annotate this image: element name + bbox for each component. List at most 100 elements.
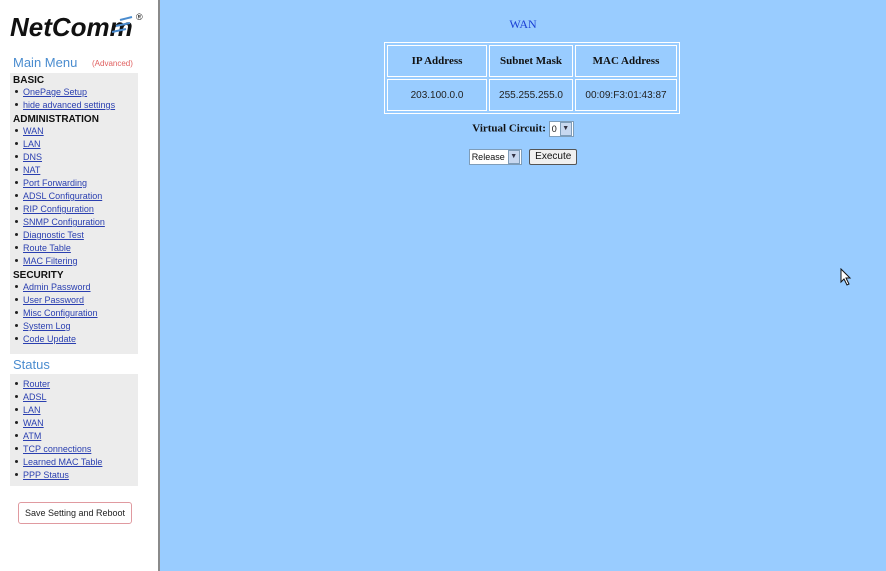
list-item: Router: [13, 378, 138, 391]
bullet-icon: [15, 421, 18, 425]
list-item: WAN: [13, 125, 138, 138]
sidebar-item-route-table[interactable]: Route Table: [23, 243, 71, 253]
list-item: ADSL: [13, 391, 138, 404]
list-item: LAN: [13, 404, 138, 417]
sidebar-item-misc-configuration[interactable]: Misc Configuration: [23, 308, 98, 318]
sidebar-item-dns[interactable]: DNS: [23, 152, 42, 162]
status-item-tcp-connections[interactable]: TCP connections: [23, 444, 91, 454]
sidebar-item-adsl-configuration[interactable]: ADSL Configuration: [23, 191, 102, 201]
section-heading-administration: ADMINISTRATION: [13, 114, 99, 125]
bullet-icon: [15, 311, 18, 315]
bullet-icon: [15, 246, 18, 250]
bullet-icon: [15, 220, 18, 224]
section-heading-security: SECURITY: [13, 270, 64, 281]
main-content: WAN IP Address Subnet Mask MAC Address 2…: [160, 0, 886, 571]
sidebar: NetComm ® Main Menu (Advanced) BASIC OneP…: [0, 0, 160, 571]
bullet-icon: [15, 90, 18, 94]
bullet-icon: [15, 168, 18, 172]
status-item-learned-mac-table[interactable]: Learned MAC Table: [23, 457, 102, 467]
status-panel: Router ADSL LAN WAN ATM TCP connections Learne…: [10, 374, 138, 486]
list-item: PPP Status: [13, 469, 138, 482]
list-item: Code Update: [13, 333, 138, 346]
status-item-router[interactable]: Router: [23, 379, 50, 389]
status-item-atm[interactable]: ATM: [23, 431, 41, 441]
sidebar-item-admin-password[interactable]: Admin Password: [23, 282, 91, 292]
list-item: OnePage Setup: [13, 86, 138, 99]
bullet-icon: [15, 129, 18, 133]
status-item-ppp-status[interactable]: PPP Status: [23, 470, 69, 480]
list-item: Misc Configuration: [13, 307, 138, 320]
virtual-circuit-row: Virtual Circuit: 0 ▼: [160, 121, 886, 137]
page-title: WAN: [509, 17, 537, 31]
mac-address-cell: 00:09:F3:01:43:87: [575, 79, 677, 111]
chevron-down-icon[interactable]: ▼: [559, 122, 572, 136]
sidebar-item-onepage-setup[interactable]: OnePage Setup: [23, 87, 87, 97]
bullet-icon: [15, 298, 18, 302]
bullet-icon: [15, 181, 18, 185]
sidebar-item-system-log[interactable]: System Log: [23, 321, 71, 331]
bullet-icon: [15, 233, 18, 237]
section-heading-basic: BASIC: [13, 75, 45, 86]
execute-button[interactable]: Execute: [529, 148, 578, 165]
bullet-icon: [15, 460, 18, 464]
bullet-icon: [15, 259, 18, 263]
sidebar-item-hide-advanced-settings[interactable]: hide advanced settings: [23, 100, 115, 110]
sidebar-item-user-password[interactable]: User Password: [23, 295, 84, 305]
list-item: Diagnostic Test: [13, 229, 138, 242]
action-select-value: Release: [471, 151, 505, 162]
list-item: Port Forwarding: [13, 177, 138, 190]
virtual-circuit-select[interactable]: 0 ▼: [548, 121, 574, 137]
sidebar-item-rip-configuration[interactable]: RIP Configuration: [23, 204, 94, 214]
sidebar-item-mac-filtering[interactable]: MAC Filtering: [23, 256, 78, 266]
sidebar-item-code-update[interactable]: Code Update: [23, 334, 76, 344]
bullet-icon: [15, 447, 18, 451]
list-item: Learned MAC Table: [13, 456, 138, 469]
netcomm-logo: NetComm ®: [8, 8, 158, 42]
sidebar-item-diagnostic-test[interactable]: Diagnostic Test: [23, 230, 84, 240]
status-item-adsl[interactable]: ADSL: [23, 392, 47, 402]
list-item: WAN: [13, 417, 138, 430]
main-menu-panel: BASIC OnePage Setup hide advanced settings…: [10, 73, 138, 354]
bullet-icon: [15, 473, 18, 477]
action-row: Release ▼ Execute: [160, 148, 886, 166]
bullet-icon: [15, 337, 18, 341]
bullet-icon: [15, 324, 18, 328]
list-item: LAN: [13, 138, 138, 151]
bullet-icon: [15, 434, 18, 438]
sidebar-item-lan[interactable]: LAN: [23, 139, 41, 149]
menu-list-administration: WAN LAN DNS NAT Port Forwarding ADSL Configur…: [10, 125, 138, 268]
bullet-icon: [15, 408, 18, 412]
bullet-icon: [15, 142, 18, 146]
list-item: Route Table: [13, 242, 138, 255]
bullet-icon: [15, 382, 18, 386]
action-select[interactable]: Release ▼: [468, 148, 522, 165]
status-item-lan[interactable]: LAN: [23, 405, 41, 415]
sidebar-item-wan[interactable]: WAN: [23, 126, 44, 136]
chevron-down-icon[interactable]: ▼: [507, 149, 520, 164]
subnet-mask-header: Subnet Mask: [489, 45, 573, 77]
list-item: ATM: [13, 430, 138, 443]
sidebar-item-port-forwarding[interactable]: Port Forwarding: [23, 178, 87, 188]
list-item: hide advanced settings: [13, 99, 138, 112]
list-item: System Log: [13, 320, 138, 333]
bullet-icon: [15, 285, 18, 289]
list-item: ADSL Configuration: [13, 190, 138, 203]
mac-address-header: MAC Address: [575, 45, 677, 77]
list-item: User Password: [13, 294, 138, 307]
bullet-icon: [15, 155, 18, 159]
status-item-wan[interactable]: WAN: [23, 418, 44, 428]
list-item: SNMP Configuration: [13, 216, 138, 229]
sidebar-item-snmp-configuration[interactable]: SNMP Configuration: [23, 217, 105, 227]
list-item: NAT: [13, 164, 138, 177]
list-item: RIP Configuration: [13, 203, 138, 216]
save-and-reboot-button[interactable]: Save Setting and Reboot: [18, 502, 132, 524]
menu-list-security: Admin Password User Password Misc Configur…: [10, 281, 138, 346]
sidebar-item-nat[interactable]: NAT: [23, 165, 40, 175]
virtual-circuit-label: Virtual Circuit:: [472, 122, 546, 135]
table-row: 203.100.0.0 255.255.255.0 00:09:F3:01:43…: [387, 79, 677, 111]
ip-address-header: IP Address: [387, 45, 487, 77]
menu-list-basic: OnePage Setup hide advanced settings: [10, 86, 138, 112]
advanced-tag: (Advanced): [92, 59, 133, 68]
ip-address-cell: 203.100.0.0: [387, 79, 487, 111]
bullet-icon: [15, 207, 18, 211]
